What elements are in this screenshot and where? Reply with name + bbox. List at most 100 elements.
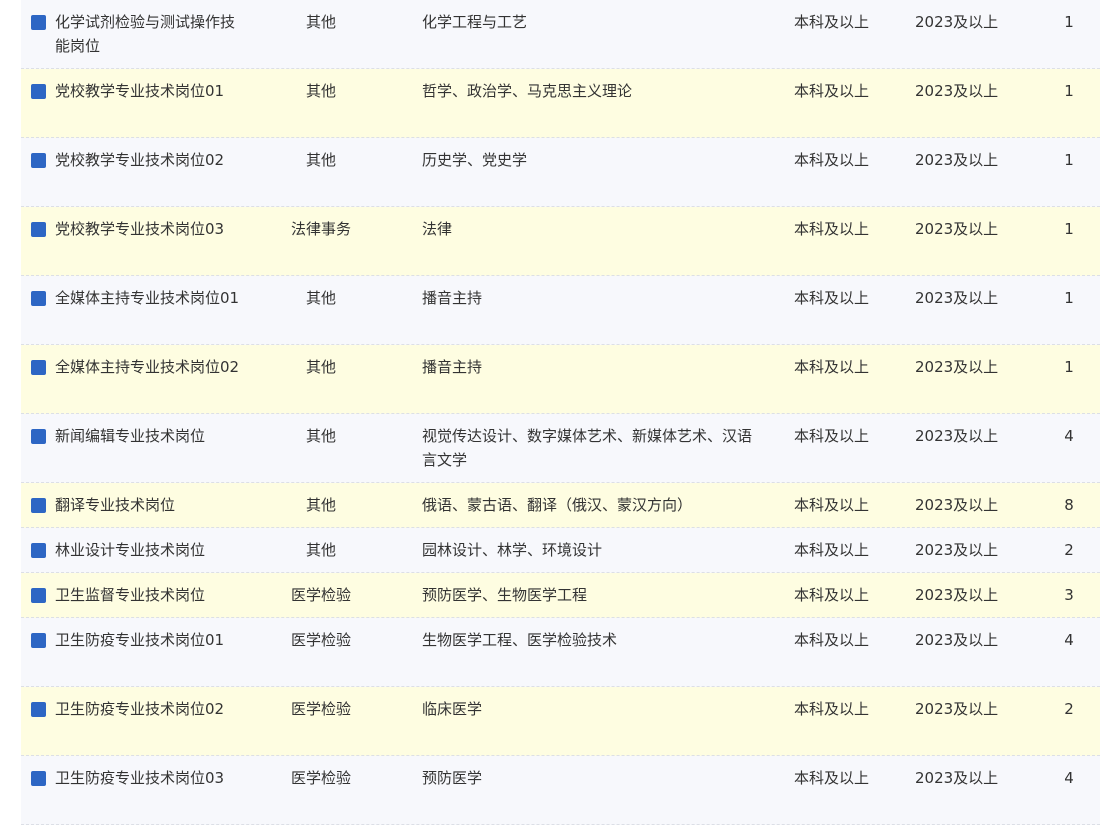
position-year: 2023及以上 [915,289,999,307]
position-education: 本科及以上 [794,541,870,559]
position-name: 新闻编辑专业技术岗位 [55,427,206,445]
position-major: 法律 [422,220,453,238]
position-category: 医学检验 [290,769,351,787]
position-major: 预防医学、生物医学工程 [422,586,588,604]
position-education: 本科及以上 [794,151,870,169]
table-row[interactable]: 新闻编辑专业技术岗位 其他 视觉传达设计、数字媒体艺术、新媒体艺术、汉语言文学 … [21,414,1100,483]
position-category: 其他 [305,13,336,31]
table-row[interactable]: 党校教学专业技术岗位02 其他 历史学、党史学 本科及以上 2023及以上 1 [21,138,1100,207]
square-bullet-icon [31,633,46,648]
position-year: 2023及以上 [915,631,999,649]
position-category: 其他 [305,82,336,100]
square-bullet-icon [31,543,46,558]
position-major: 历史学、党史学 [422,151,528,169]
position-name: 翻译专业技术岗位 [55,496,176,514]
position-year: 2023及以上 [915,82,999,100]
position-count: 4 [1064,427,1074,445]
positions-table: 化学试剂检验与测试操作技能岗位 其他 化学工程与工艺 本科及以上 2023及以上… [21,0,1100,825]
position-education: 本科及以上 [794,586,870,604]
table-row[interactable]: 化学试剂检验与测试操作技能岗位 其他 化学工程与工艺 本科及以上 2023及以上… [21,0,1100,69]
position-education: 本科及以上 [794,358,870,376]
position-name: 党校教学专业技术岗位02 [55,151,225,169]
square-bullet-icon [31,291,46,306]
position-count: 1 [1064,220,1074,238]
position-year: 2023及以上 [915,13,999,31]
position-year: 2023及以上 [915,586,999,604]
position-major: 园林设计、林学、环境设计 [422,541,603,559]
position-name: 化学试剂检验与测试操作技能岗位 [55,13,236,55]
table-row[interactable]: 林业设计专业技术岗位 其他 园林设计、林学、环境设计 本科及以上 2023及以上… [21,528,1100,573]
position-education: 本科及以上 [794,13,870,31]
position-year: 2023及以上 [915,151,999,169]
position-count: 3 [1064,586,1074,604]
position-category: 其他 [305,541,336,559]
position-name: 党校教学专业技术岗位01 [55,82,225,100]
table-row[interactable]: 党校教学专业技术岗位03 法律事务 法律 本科及以上 2023及以上 1 [21,207,1100,276]
position-count: 1 [1064,151,1074,169]
position-category: 其他 [305,427,336,445]
position-count: 2 [1064,700,1074,718]
position-count: 4 [1064,631,1074,649]
square-bullet-icon [31,222,46,237]
position-count: 8 [1064,496,1074,514]
position-name: 全媒体主持专业技术岗位02 [55,358,240,376]
position-name: 卫生防疫专业技术岗位02 [55,700,225,718]
position-count: 2 [1064,541,1074,559]
table-row[interactable]: 卫生防疫专业技术岗位03 医学检验 预防医学 本科及以上 2023及以上 4 [21,756,1100,825]
position-education: 本科及以上 [794,769,870,787]
position-major: 化学工程与工艺 [422,13,528,31]
table-row[interactable]: 党校教学专业技术岗位01 其他 哲学、政治学、马克思主义理论 本科及以上 202… [21,69,1100,138]
position-name: 卫生监督专业技术岗位 [55,586,206,604]
table-row[interactable]: 卫生监督专业技术岗位 医学检验 预防医学、生物医学工程 本科及以上 2023及以… [21,573,1100,618]
position-year: 2023及以上 [915,496,999,514]
position-category: 医学检验 [290,631,351,649]
square-bullet-icon [31,360,46,375]
position-education: 本科及以上 [794,289,870,307]
square-bullet-icon [31,15,46,30]
position-category: 其他 [305,358,336,376]
position-category: 其他 [305,289,336,307]
position-education: 本科及以上 [794,700,870,718]
square-bullet-icon [31,588,46,603]
position-count: 4 [1064,769,1074,787]
position-education: 本科及以上 [794,496,870,514]
position-education: 本科及以上 [794,82,870,100]
position-count: 1 [1064,289,1074,307]
square-bullet-icon [31,702,46,717]
position-education: 本科及以上 [794,427,870,445]
position-education: 本科及以上 [794,220,870,238]
position-name: 卫生防疫专业技术岗位01 [55,631,225,649]
square-bullet-icon [31,153,46,168]
position-year: 2023及以上 [915,769,999,787]
position-year: 2023及以上 [915,700,999,718]
position-education: 本科及以上 [794,631,870,649]
position-year: 2023及以上 [915,541,999,559]
position-category: 其他 [305,496,336,514]
square-bullet-icon [31,498,46,513]
table-row[interactable]: 全媒体主持专业技术岗位01 其他 播音主持 本科及以上 2023及以上 1 [21,276,1100,345]
position-major: 临床医学 [422,700,483,718]
position-name: 党校教学专业技术岗位03 [55,220,225,238]
position-major: 哲学、政治学、马克思主义理论 [422,82,633,100]
position-name: 林业设计专业技术岗位 [55,541,206,559]
position-count: 1 [1064,13,1074,31]
table-row[interactable]: 全媒体主持专业技术岗位02 其他 播音主持 本科及以上 2023及以上 1 [21,345,1100,414]
position-category: 其他 [305,151,336,169]
table-row[interactable]: 卫生防疫专业技术岗位02 医学检验 临床医学 本科及以上 2023及以上 2 [21,687,1100,756]
square-bullet-icon [31,429,46,444]
table-row[interactable]: 卫生防疫专业技术岗位01 医学检验 生物医学工程、医学检验技术 本科及以上 20… [21,618,1100,687]
position-year: 2023及以上 [915,427,999,445]
position-major: 预防医学 [422,769,483,787]
position-category: 法律事务 [290,220,351,238]
position-name: 全媒体主持专业技术岗位01 [55,289,240,307]
table-row[interactable]: 翻译专业技术岗位 其他 俄语、蒙古语、翻译（俄汉、蒙汉方向） 本科及以上 202… [21,483,1100,528]
position-year: 2023及以上 [915,358,999,376]
position-year: 2023及以上 [915,220,999,238]
position-count: 1 [1064,82,1074,100]
position-category: 医学检验 [290,586,351,604]
position-major: 播音主持 [422,358,483,376]
square-bullet-icon [31,84,46,99]
position-major: 生物医学工程、医学检验技术 [422,631,618,649]
position-name: 卫生防疫专业技术岗位03 [55,769,225,787]
position-category: 医学检验 [290,700,351,718]
